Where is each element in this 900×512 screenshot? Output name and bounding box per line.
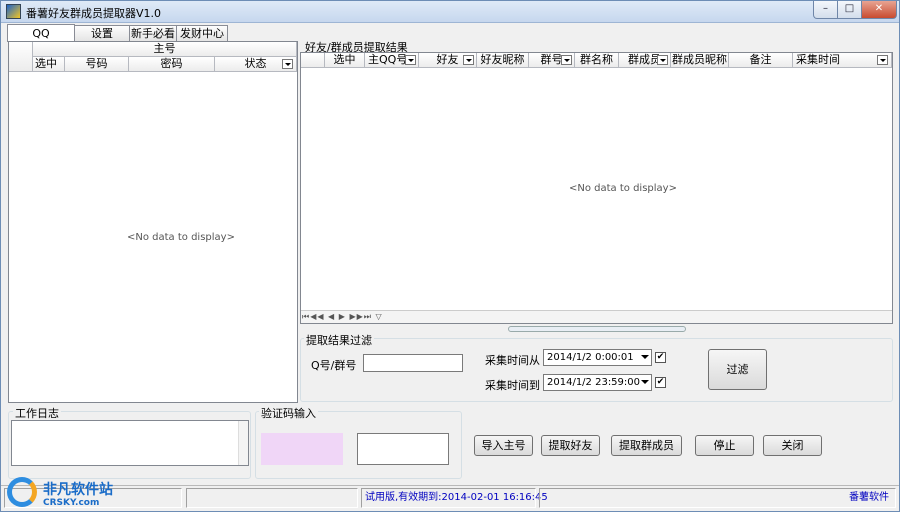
vertical-scrollbar[interactable] xyxy=(238,421,248,465)
captcha-image xyxy=(261,433,343,465)
watermark-cn-text: 非凡软件站 xyxy=(43,482,113,498)
column-label: 选中 xyxy=(35,57,57,70)
empty-grid-message: <No data to display> xyxy=(127,232,235,243)
stop-button[interactable]: 停止 xyxy=(695,435,754,456)
captcha-input[interactable] xyxy=(357,433,449,465)
column-header-group-number[interactable]: 群号 xyxy=(529,53,575,68)
work-log-textarea[interactable] xyxy=(11,420,249,466)
column-label: 好友 xyxy=(436,53,459,66)
time-to-value: 2014/1/2 23:59:00 xyxy=(547,377,641,388)
column-header-remark[interactable]: 备注 xyxy=(729,53,793,68)
time-from-picker[interactable]: 2014/1/2 0:00:01 xyxy=(543,349,652,366)
brand-status-text: 番薯软件 xyxy=(539,488,896,508)
work-log-title: 工作日志 xyxy=(13,405,61,421)
chevron-down-icon xyxy=(641,380,649,384)
extract-friends-button[interactable]: 提取好友 xyxy=(541,435,600,456)
row-indicator-header xyxy=(9,42,33,72)
time-to-checkbox[interactable]: ✔ xyxy=(655,377,666,388)
time-from-checkbox[interactable]: ✔ xyxy=(655,352,666,363)
account-grid[interactable]: 主号 选中 号码 密码 状态 <No data to display> xyxy=(8,41,298,403)
app-icon xyxy=(6,4,21,19)
status-cell-2 xyxy=(186,488,358,508)
column-header-password[interactable]: 密码 xyxy=(129,57,215,72)
row-indicator-header xyxy=(301,53,325,68)
minimize-button[interactable]: – xyxy=(813,1,838,19)
extract-group-members-button[interactable]: 提取群成员 xyxy=(611,435,682,456)
title-bar[interactable]: 番薯好友群成员提取器V1.0 – □ ✕ xyxy=(1,1,899,23)
column-header-friend-nickname[interactable]: 好友昵称 xyxy=(477,53,529,68)
watermark-swoosh-icon xyxy=(7,477,37,507)
results-grid[interactable]: 选中 主QQ号 好友 好友昵称 群号 群名称 群成员 群成员昵称 备注 采集时间… xyxy=(300,52,893,324)
splitter-handle[interactable] xyxy=(508,326,686,332)
import-account-button[interactable]: 导入主号 xyxy=(474,435,533,456)
column-filter-dropdown-icon[interactable] xyxy=(877,55,888,65)
column-filter-dropdown-icon[interactable] xyxy=(657,55,668,65)
time-from-label: 采集时间从 xyxy=(485,354,540,367)
column-header-friend[interactable]: 好友 xyxy=(419,53,477,68)
column-filter-dropdown-icon[interactable] xyxy=(282,59,293,69)
column-label: 采集时间 xyxy=(796,53,840,66)
column-header-group-member[interactable]: 群成员 xyxy=(619,53,671,68)
watermark-en-text: CRSKY.com xyxy=(43,498,100,508)
column-label: 主QQ号 xyxy=(368,53,408,66)
column-header-select[interactable]: 选中 xyxy=(33,57,65,72)
filter-title: 提取结果过滤 xyxy=(304,332,374,348)
time-from-value: 2014/1/2 0:00:01 xyxy=(547,352,634,363)
qq-filter-label: Q号/群号 xyxy=(311,359,357,372)
group-header-main-account: 主号 xyxy=(33,42,297,57)
column-filter-dropdown-icon[interactable] xyxy=(405,55,416,65)
column-header-status[interactable]: 状态 xyxy=(215,57,297,72)
tab-settings[interactable]: 设置 xyxy=(74,25,130,42)
column-label: 群号 xyxy=(540,53,563,66)
record-navigator[interactable]: ⏮◀◀ ◀ ▶ ▶▶⏭ ▽ xyxy=(302,311,383,324)
close-button[interactable]: 关闭 xyxy=(763,435,822,456)
time-to-label: 采集时间到 xyxy=(485,379,540,392)
captcha-title: 验证码输入 xyxy=(259,405,318,421)
status-bar: 试用版,有效期到:2014-02-01 16:16:45 番薯软件 xyxy=(1,485,899,511)
column-header-main-qq[interactable]: 主QQ号 xyxy=(365,53,419,68)
column-header-select[interactable]: 选中 xyxy=(325,53,365,68)
column-header-number[interactable]: 号码 xyxy=(65,57,129,72)
column-filter-dropdown-icon[interactable] xyxy=(561,55,572,65)
chevron-down-icon xyxy=(641,355,649,359)
trial-status-text: 试用版,有效期到:2014-02-01 16:16:45 xyxy=(361,488,548,508)
horizontal-scrollbar[interactable] xyxy=(301,310,892,323)
column-filter-dropdown-icon[interactable] xyxy=(463,55,474,65)
app-window: 番薯好友群成员提取器V1.0 – □ ✕ QQ 设置 新手必看 发财中心 主号 … xyxy=(0,0,900,512)
window-title: 番薯好友群成员提取器V1.0 xyxy=(26,7,162,20)
column-header-member-nickname[interactable]: 群成员昵称 xyxy=(671,53,729,68)
filter-button[interactable]: 过滤 xyxy=(708,349,767,390)
tab-beginner-guide[interactable]: 新手必看 xyxy=(129,25,177,42)
empty-grid-message: <No data to display> xyxy=(569,183,677,194)
qq-filter-input[interactable] xyxy=(363,354,463,372)
column-header-collect-time[interactable]: 采集时间 xyxy=(793,53,892,68)
column-header-group-name[interactable]: 群名称 xyxy=(575,53,619,68)
column-label: 状态 xyxy=(244,57,267,70)
tab-qq[interactable]: QQ xyxy=(7,24,75,42)
time-to-picker[interactable]: 2014/1/2 23:59:00 xyxy=(543,374,652,391)
tab-fortune-center[interactable]: 发财中心 xyxy=(176,25,228,42)
watermark-logo: 非凡软件站 CRSKY.com xyxy=(5,471,129,511)
maximize-button[interactable]: □ xyxy=(837,1,862,19)
close-window-button[interactable]: ✕ xyxy=(861,1,897,19)
